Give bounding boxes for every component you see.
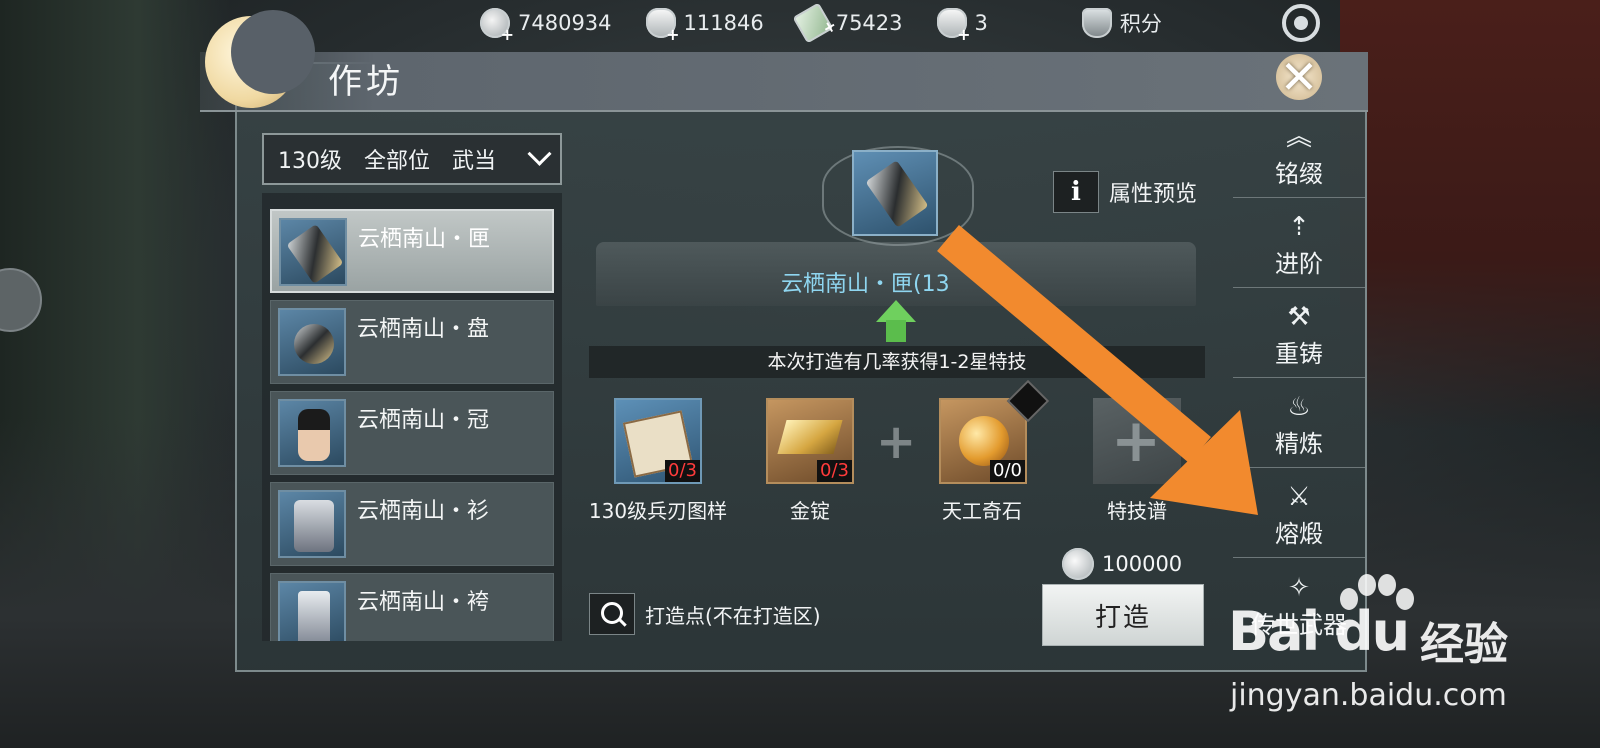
robe-icon [278,490,346,558]
selected-item-frame[interactable] [822,140,974,246]
material-slot[interactable]: 0/3 [766,398,854,484]
info-icon: i [1053,171,1099,213]
settings-gear-icon[interactable] [1282,4,1320,42]
weapon-case-icon [852,150,938,236]
attribute-preview-label: 属性预览 [1109,182,1198,207]
hammer-icon: ⚒ [1287,302,1311,332]
shield-points-icon [1081,8,1112,38]
close-icon: ✕ [1279,50,1319,104]
tab-reforge[interactable]: ⚒ 重铸 [1233,288,1365,378]
filter-dropdown[interactable]: 130级 全部位 武当 [262,133,562,185]
selected-item-title: 云栖南山・匣(13 [781,272,950,297]
forge-point-button[interactable]: 打造点(不在打造区) [589,593,821,635]
jade-ticket-icon [792,2,834,44]
forge-cost: 100000 [1062,548,1182,580]
smelt-icon: ⚔ [1287,482,1311,512]
filter-slot: 全部位 [364,149,431,174]
resource-points[interactable]: 积分 [1081,8,1162,38]
attribute-preview-button[interactable]: i 属性预览 [1053,171,1197,213]
resource-value: 3 [974,11,988,35]
resource-value: 7480934 [518,11,612,35]
material-slot[interactable]: 0/0 [939,379,1050,484]
list-item[interactable]: 云栖南山・衫 [270,482,554,566]
resource-value: 75423 [835,11,903,35]
list-item[interactable]: 云栖南山・匣 [270,209,554,293]
material-name: 金锭 [790,499,830,523]
item-name: 云栖南山・盘 [357,317,490,342]
gold-ingot-icon [777,420,843,454]
material-name: 130级兵刃图样 [588,499,728,523]
list-item[interactable]: 云栖南山・盘 [270,300,554,384]
resource-value: 111846 [683,11,764,35]
watermark-cn: 经验 [1420,619,1508,670]
trousers-icon [278,581,346,641]
coin-icon [1062,548,1094,580]
equipment-list[interactable]: 云栖南山・匣 云栖南山・盘 云栖南山・冠 云栖南山・衫 云栖南山・袴 [262,193,562,641]
filter-level: 130级 [278,149,342,174]
plate-icon [278,308,346,376]
weapon-case-icon [279,218,347,286]
watermark-url: jingyan.baidu.com [1230,678,1507,713]
tab-smelt[interactable]: ⚔ 熔煅 [1233,468,1365,558]
tab-advance[interactable]: ⇡ 进阶 [1233,198,1365,288]
item-name: 云栖南山・冠 [357,408,490,433]
resource-jade[interactable]: 75423 [792,2,903,44]
resource-gold-bowl[interactable]: 3 [936,8,988,44]
material-name: 特技谱 [1107,499,1167,523]
upgrade-arrow-icon [876,300,916,322]
window-title: 作坊 [328,62,404,102]
forge-notice: 本次打造有几率获得1-2星特技 [589,346,1205,378]
cost-value: 100000 [1102,552,1183,576]
crown-icon [278,399,346,467]
sword-sparkle-icon: ✧ [1288,573,1310,603]
gold-bowl-icon [936,8,971,44]
material-count: 0/3 [817,460,852,482]
scene-building [1340,0,1600,430]
resource-value: 积分 [1119,12,1162,36]
close-button[interactable]: ✕ [1260,48,1338,106]
workshop-side-nav: ︽ 铭缀 ⇡ 进阶 ⚒ 重铸 ♨ 精炼 ⚔ 熔煅 ✧ 传世武器 [1233,108,1365,648]
tab-refine[interactable]: ♨ 精炼 [1233,378,1365,468]
list-item[interactable]: 云栖南山・袴 [270,573,554,641]
resource-bar: 7480934 111846 75423 3 积分 [480,0,1196,46]
forge-point-label: 打造点(不在打造区) [645,603,821,628]
filter-school: 武当 [452,149,497,174]
material-name: 天工奇石 [942,499,1022,523]
resource-silver[interactable]: 111846 [645,8,764,44]
forge-button[interactable]: 打造 [1042,584,1204,646]
flame-icon: ♨ [1287,392,1311,422]
item-name: 云栖南山・匣 [358,227,491,252]
search-icon [589,593,635,635]
chevron-up-icon: ︽ [1285,122,1312,152]
material-count: 0/0 [990,460,1025,482]
item-name: 云栖南山・衫 [357,499,490,524]
crescent-moon-icon [205,10,315,108]
celestial-stone-icon [959,416,1009,466]
coin-icon [480,8,514,44]
list-item[interactable]: 云栖南山・冠 [270,391,554,475]
skill-manual-slot[interactable]: + [1093,398,1181,484]
advance-icon: ⇡ [1288,212,1310,242]
item-name: 云栖南山・袴 [357,590,490,615]
silver-ingot-icon [645,8,680,44]
tab-inscription[interactable]: ︽ 铭缀 [1233,108,1365,198]
chevron-down-icon [527,141,552,166]
resource-coin[interactable]: 7480934 [480,8,612,44]
material-slot[interactable]: 0/3 [614,398,702,484]
add-icon: + [1110,406,1162,476]
watermark-brand: Bai du [1228,600,1410,663]
plus-icon: + [876,414,917,470]
material-count: 0/3 [665,460,700,482]
